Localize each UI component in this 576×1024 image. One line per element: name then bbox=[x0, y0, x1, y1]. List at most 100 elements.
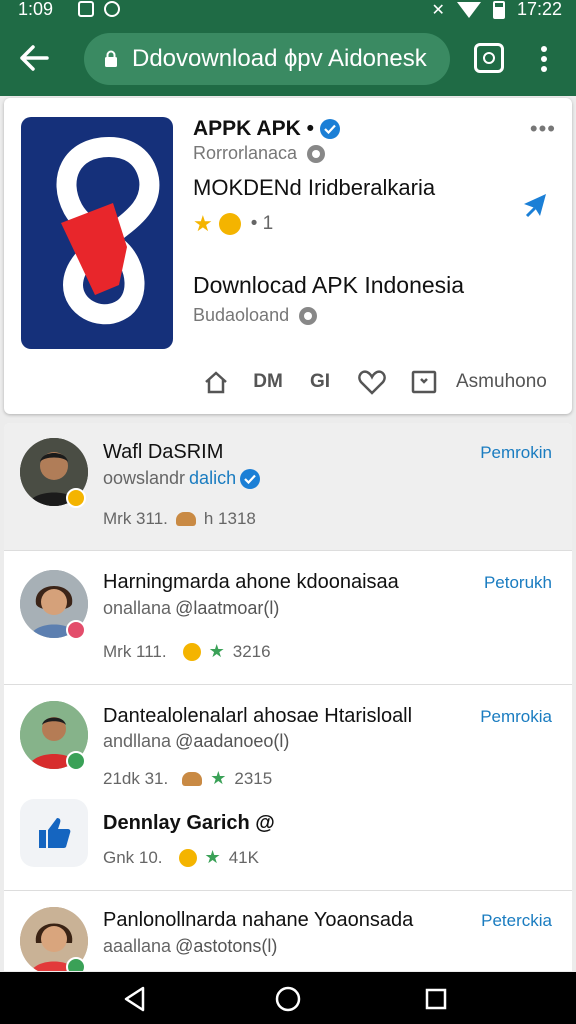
list-item-stats: Gnk 10. ★ 41K bbox=[103, 847, 259, 868]
rating-text: • 1 bbox=[250, 213, 274, 234]
stats-right: h 1318 bbox=[203, 509, 256, 528]
list-item-handle: oowslandr dalich bbox=[103, 468, 261, 489]
sync-icon bbox=[104, 1, 120, 17]
home-icon bbox=[205, 371, 227, 394]
status-time-left: 1:09 bbox=[18, 0, 54, 19]
app-heading: MOKDENd Iridberalkaria bbox=[193, 175, 436, 200]
heart-icon bbox=[358, 370, 386, 395]
handle-text: andllana bbox=[103, 731, 172, 751]
dm-button[interactable]: DM bbox=[242, 366, 294, 398]
handle-link[interactable]: @aadanoeo(l) bbox=[175, 731, 289, 752]
avatar-badge-icon bbox=[66, 751, 86, 771]
list-item-handle: andllana @aadanoeo(l) bbox=[103, 731, 289, 752]
menu-dot-icon bbox=[541, 56, 547, 62]
avatar-badge-icon bbox=[66, 488, 86, 508]
avatar-badge-icon bbox=[66, 957, 86, 971]
card-actions: DM GI Asmuhono bbox=[190, 366, 547, 398]
wifi-icon bbox=[456, 1, 481, 18]
app-developer-text: Rorrorlanaca bbox=[193, 143, 298, 163]
list-item-title: Wafl DaSRIM bbox=[103, 441, 224, 463]
list-item-stats: Mrk 111. ★ 3216 bbox=[103, 641, 271, 662]
stats-left: Mrk 111. bbox=[103, 641, 167, 661]
like-button[interactable] bbox=[346, 366, 398, 398]
list-item-title: Harningmarda ahone kdoonaisaa bbox=[103, 571, 399, 593]
badge-icon bbox=[218, 213, 241, 235]
app-logo bbox=[21, 117, 173, 349]
app-developer: Rorrorlanaca bbox=[193, 143, 326, 164]
list-item-title: Dennlay Garich @ bbox=[103, 812, 275, 834]
star-icon: ★ bbox=[208, 641, 225, 661]
follow-button[interactable]: Pemrokin bbox=[480, 443, 552, 463]
tab-switcher-button[interactable] bbox=[474, 43, 504, 73]
system-nav-bar bbox=[0, 972, 576, 1024]
app-rating: ★ • 1 bbox=[193, 211, 273, 237]
download-subtitle: Budaoloand bbox=[193, 305, 318, 326]
handle-link[interactable]: dalich bbox=[189, 468, 236, 489]
list-item[interactable]: Dantealolenalarl ahosae Htarisloall andl… bbox=[4, 685, 572, 890]
overflow-menu-button[interactable] bbox=[532, 42, 556, 76]
action-label[interactable]: Asmuhono bbox=[456, 371, 547, 393]
follow-button[interactable]: Pemrokia bbox=[480, 707, 552, 727]
handle-text: onallana bbox=[103, 598, 172, 618]
nav-back-button[interactable] bbox=[121, 985, 149, 1013]
stats-left: Mrk 311. bbox=[103, 509, 168, 528]
app-title: APPK APK • bbox=[193, 117, 340, 141]
list-item[interactable]: Panlonollnarda nahane Yoaonsada aaallana… bbox=[4, 891, 572, 971]
list-item-title: Panlonollnarda nahane Yoaonsada bbox=[103, 909, 414, 931]
app-card[interactable]: ••• APPK APK • Rorrorlanaca MOKDENd Irid… bbox=[4, 98, 572, 414]
stats-right: 41K bbox=[228, 847, 259, 867]
nav-home-button[interactable] bbox=[274, 985, 302, 1013]
list-item-title: Dantealolenalarl ahosae Htarisloall bbox=[103, 705, 413, 727]
account-list: Wafl DaSRIM oowslandr dalich Mrk 311. h 1… bbox=[4, 423, 572, 971]
follow-button[interactable]: Petorukh bbox=[484, 573, 552, 593]
notification-icon bbox=[78, 1, 94, 17]
browser-toolbar: Ddovownload ɸpv Aidonesk bbox=[0, 22, 576, 96]
bookmark-box-icon bbox=[411, 370, 437, 394]
badge-icon bbox=[178, 848, 197, 867]
menu-dot-icon bbox=[541, 46, 547, 52]
hand-icon bbox=[175, 512, 196, 526]
handle-text: oowslandr bbox=[103, 468, 186, 488]
list-item-stats: Mrk 311. h 1318 bbox=[103, 509, 256, 529]
list-item[interactable]: Wafl DaSRIM oowslandr dalich Mrk 311. h 1… bbox=[4, 423, 572, 550]
more-options-icon[interactable]: ••• bbox=[530, 116, 556, 142]
download-heading: Downlocad APK Indonesia bbox=[193, 272, 465, 298]
mute-icon: ✕ bbox=[431, 1, 445, 19]
status-icons-left bbox=[78, 1, 120, 17]
stats-left: 21dk 31. bbox=[103, 768, 169, 788]
arrow-left-icon bbox=[20, 45, 49, 71]
tab-icon bbox=[483, 52, 495, 64]
battery-icon bbox=[492, 0, 505, 19]
list-item-handle: onallana @laatmoar(l) bbox=[103, 598, 279, 619]
handle-link[interactable]: @laatmoar(l) bbox=[175, 598, 279, 619]
star-icon: ★ bbox=[210, 768, 227, 788]
stats-right: 2315 bbox=[234, 768, 273, 788]
status-time-right: 17:22 bbox=[516, 0, 562, 19]
list-item[interactable]: Harningmarda ahone kdoonaisaa onallana @… bbox=[4, 551, 572, 684]
address-bar[interactable]: Ddovownload ɸpv Aidonesk bbox=[84, 33, 450, 85]
handle-text: aaallana bbox=[103, 936, 172, 956]
gi-button[interactable]: GI bbox=[294, 366, 346, 398]
share-icon[interactable] bbox=[520, 190, 550, 220]
badge-icon bbox=[182, 642, 201, 661]
info-icon bbox=[307, 144, 326, 163]
nav-recents-button[interactable] bbox=[422, 985, 450, 1013]
handle-link[interactable]: @astotons(l) bbox=[175, 936, 277, 957]
app-title-text: APPK APK • bbox=[193, 117, 314, 140]
star-icon: ★ bbox=[204, 847, 221, 867]
follow-button[interactable]: Peterckia bbox=[481, 911, 552, 931]
download-subtitle-text: Budaoloand bbox=[193, 305, 290, 325]
info-icon bbox=[299, 306, 318, 325]
lock-icon bbox=[105, 50, 117, 67]
thumbs-up-icon bbox=[39, 818, 71, 848]
save-button[interactable] bbox=[398, 366, 450, 398]
status-bar: 1:09 ✕ 17:22 bbox=[0, 0, 576, 22]
verified-icon bbox=[240, 468, 261, 489]
star-icon: ★ bbox=[193, 211, 213, 236]
back-button[interactable] bbox=[14, 38, 54, 78]
list-item-handle: aaallana @astotons(l) bbox=[103, 936, 277, 957]
hand-icon bbox=[182, 771, 203, 786]
url-text: Ddovownload ɸpv Aidonesk bbox=[132, 45, 427, 72]
home-button[interactable] bbox=[190, 366, 242, 398]
app-icon-tile bbox=[20, 799, 88, 867]
